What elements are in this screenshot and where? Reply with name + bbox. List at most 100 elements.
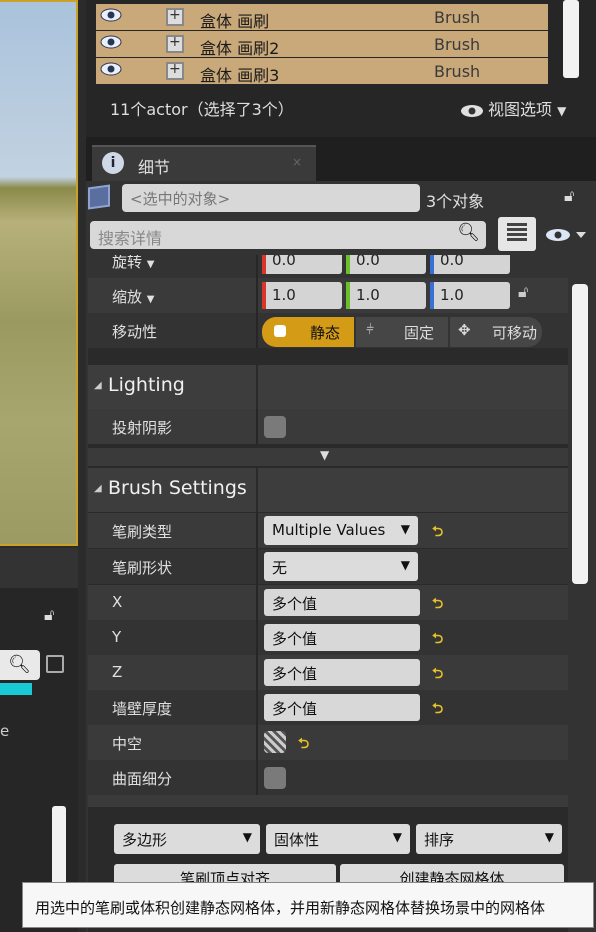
reset-arrow-icon[interactable]: ⮌	[432, 663, 443, 687]
cast-shadow-checkbox[interactable]	[264, 416, 286, 438]
viewport-footer	[0, 548, 78, 588]
wall-thickness-row: 墙壁厚度 多个值 ⮌	[88, 690, 568, 725]
partial-label: e	[0, 722, 10, 740]
actor-type: Brush	[434, 35, 481, 54]
rotation-z-field[interactable]: 0.0	[430, 255, 510, 274]
cast-shadow-label: 投射阴影	[112, 419, 173, 437]
reset-arrow-icon[interactable]: ⮌	[432, 593, 443, 617]
reset-arrow-icon[interactable]: ⮌	[432, 521, 443, 545]
rotation-x-field[interactable]: 0.0	[262, 255, 342, 274]
tab-title: 细节	[138, 158, 171, 177]
y-label: Y	[112, 628, 122, 646]
x-row: X 多个值 ⮌	[88, 585, 568, 620]
scale-y-field[interactable]: 1.0	[346, 282, 426, 309]
outliner-row[interactable]: 盒体 画刷3 Brush	[96, 58, 548, 85]
outliner-row[interactable]: 盒体 画刷 Brush	[96, 4, 548, 31]
brush-settings-section-header[interactable]: ◢ Brush Settings	[88, 468, 568, 512]
brush-settings-title: Brush Settings	[108, 477, 247, 499]
static-icon	[274, 325, 286, 337]
y-row: Y 多个值 ⮌	[88, 620, 568, 655]
actor-name: 盒体 画刷3	[200, 66, 280, 85]
chevron-down-icon: ▼	[400, 522, 410, 536]
mobility-label: 移动性	[112, 323, 158, 341]
row-divider	[88, 795, 568, 807]
mobility-movable-label: 可移动	[492, 324, 538, 342]
visibility-eye-icon[interactable]	[100, 8, 122, 22]
chevron-down-icon: ▼	[557, 104, 567, 118]
tessellate-label: 曲面细分	[112, 770, 173, 788]
chevron-down-icon: ▼	[242, 830, 252, 844]
scale-x-field[interactable]: 1.0	[262, 282, 342, 309]
editor-window: 🔓︎ 🔍︎ e 盒体 画刷 Brush 盒体 画刷2 Brush 盒体 画刷3	[0, 0, 596, 932]
brush-type-row: 笔刷类型 Multiple Values ▼ ⮌	[88, 513, 568, 548]
details-scrollbar[interactable]	[572, 284, 588, 584]
rotation-row: 旋转 ▼ 0.0 0.0 0.0	[88, 255, 568, 278]
y-field[interactable]: 多个值	[264, 624, 420, 651]
tab-bar: i 细节 ×	[86, 137, 596, 181]
collapse-triangle-icon: ◢	[94, 380, 102, 391]
chevron-down-icon: ▼	[400, 558, 410, 572]
selection-highlight	[0, 683, 32, 695]
outliner-row[interactable]: 盒体 画刷2 Brush	[96, 31, 548, 58]
tooltip: 用选中的笔刷或体积创建静态网格体，并用新静态网格体替换场景中的网格体	[22, 882, 594, 928]
wall-thickness-label: 墙壁厚度	[112, 700, 173, 718]
view-options-button[interactable]: 视图选项 ▼	[460, 96, 566, 120]
brush-cube-icon	[166, 7, 184, 26]
visibility-options-dropdown[interactable]	[544, 225, 592, 245]
lock-icon[interactable]: 🔓︎	[44, 605, 54, 625]
property-matrix-button[interactable]	[498, 217, 536, 251]
mobility-movable-button[interactable]: ✥ 可移动	[450, 317, 542, 347]
selected-object-field[interactable]: <选中的对象>	[122, 184, 420, 212]
search-button[interactable]: 🔍︎	[0, 650, 40, 680]
brush-type-dropdown[interactable]: Multiple Values ▼	[264, 516, 418, 545]
actor-type: Brush	[434, 8, 481, 27]
close-icon[interactable]: ×	[292, 155, 302, 169]
lighting-title: Lighting	[108, 374, 185, 396]
brush-shape-dropdown[interactable]: 无 ▼	[264, 552, 418, 581]
tessellate-checkbox[interactable]	[264, 767, 286, 789]
actor-name: 盒体 画刷2	[200, 39, 280, 58]
advanced-expander[interactable]: ▼	[88, 448, 568, 466]
visibility-eye-icon[interactable]	[100, 35, 122, 49]
scale-label: 缩放 ▼	[112, 288, 155, 306]
reset-arrow-icon[interactable]: ⮌	[298, 733, 309, 757]
level-viewport[interactable]	[0, 0, 78, 546]
outliner-scrollbar[interactable]	[563, 0, 579, 78]
hollow-checkbox[interactable]	[264, 731, 286, 753]
brush-shape-row: 笔刷形状 无 ▼	[88, 549, 568, 584]
lock-icon[interactable]: 🔓︎	[564, 186, 574, 206]
x-field[interactable]: 多个值	[264, 589, 420, 616]
hollow-label: 中空	[112, 735, 143, 753]
table-icon	[507, 223, 527, 243]
x-label: X	[112, 593, 123, 611]
search-details-input[interactable]: 搜索详情 🔍︎	[90, 221, 486, 249]
right-panel: 盒体 画刷 Brush 盒体 画刷2 Brush 盒体 画刷3 Brush 11…	[86, 0, 596, 932]
save-icon[interactable]	[46, 655, 64, 673]
mobility-static-label: 静态	[310, 324, 341, 342]
collapse-triangle-icon: ◢	[94, 483, 102, 494]
brush-cube-icon	[166, 61, 184, 80]
brush-cube-icon	[166, 34, 184, 53]
reset-arrow-icon[interactable]: ⮌	[432, 628, 443, 652]
tessellate-row: 曲面细分	[88, 760, 568, 795]
chevron-down-icon: ▼	[146, 294, 155, 305]
solidity-dropdown[interactable]: 固体性 ▼	[266, 824, 410, 854]
lock-icon[interactable]: 🔓︎	[518, 282, 528, 302]
chevron-down-icon: ▼	[544, 830, 554, 844]
mobility-static-button[interactable]: 静态	[262, 317, 354, 347]
mobility-stationary-button[interactable]: ⫩ 固定	[356, 317, 448, 347]
scale-z-field[interactable]: 1.0	[430, 282, 510, 309]
lighting-section-header[interactable]: ◢ Lighting	[88, 365, 568, 409]
left-scrollbar[interactable]	[52, 806, 66, 886]
reset-arrow-icon[interactable]: ⮌	[432, 698, 443, 722]
z-field[interactable]: 多个值	[264, 659, 420, 686]
actor-count: 11个actor（选择了3个）	[110, 100, 294, 119]
world-outliner: 盒体 画刷 Brush 盒体 画刷2 Brush 盒体 画刷3 Brush 11…	[86, 0, 596, 137]
actor-name: 盒体 画刷	[200, 12, 270, 31]
rotation-y-field[interactable]: 0.0	[346, 255, 426, 274]
visibility-eye-icon[interactable]	[100, 62, 122, 76]
tab-details[interactable]: i 细节 ×	[92, 145, 316, 181]
polygons-dropdown[interactable]: 多边形 ▼	[114, 824, 260, 854]
order-dropdown[interactable]: 排序 ▼	[416, 824, 562, 854]
wall-thickness-field[interactable]: 多个值	[264, 694, 420, 721]
